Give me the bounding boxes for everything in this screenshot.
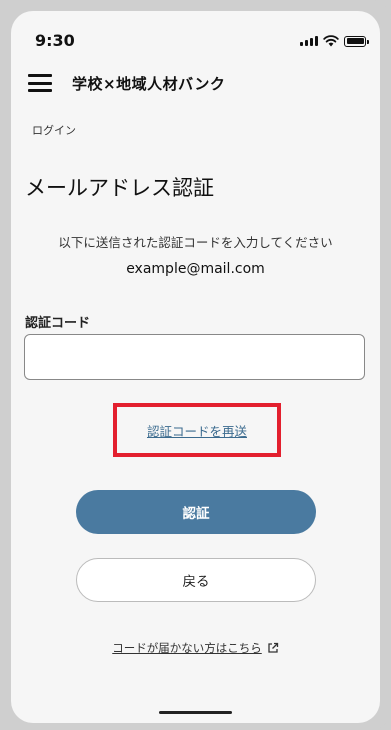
hamburger-menu-icon[interactable] [28, 74, 52, 92]
screen: 9:30 学校×地域人材バンク ログイン メールアドレス認証 以下に送信された認… [11, 11, 380, 723]
phone-frame: 9:30 学校×地域人材バンク ログイン メールアドレス認証 以下に送信された認… [0, 0, 391, 730]
resend-code-link[interactable]: 認証コードを再送 [113, 403, 281, 457]
help-link-label[interactable]: コードが届かない方はこちら [112, 640, 262, 656]
page-title: メールアドレス認証 [25, 176, 214, 200]
breadcrumb[interactable]: ログイン [32, 122, 76, 138]
help-link[interactable]: コードが届かない方はこちら [11, 640, 380, 656]
code-field-label: 認証コード [25, 316, 91, 331]
external-link-icon [268, 642, 278, 653]
status-icons [300, 35, 369, 47]
wifi-icon [323, 35, 339, 47]
verify-button[interactable]: 認証 [76, 490, 316, 534]
status-time: 9:30 [35, 31, 75, 50]
back-button[interactable]: 戻る [76, 558, 316, 602]
battery-icon [344, 35, 369, 47]
instruction-text: 以下に送信された認証コードを入力してください [58, 235, 333, 250]
code-input[interactable] [24, 334, 365, 380]
signal-icon [300, 36, 318, 46]
app-title: 学校×地域人材バンク [72, 75, 226, 93]
email-address: example@mail.com [126, 261, 265, 277]
home-indicator [159, 711, 232, 714]
